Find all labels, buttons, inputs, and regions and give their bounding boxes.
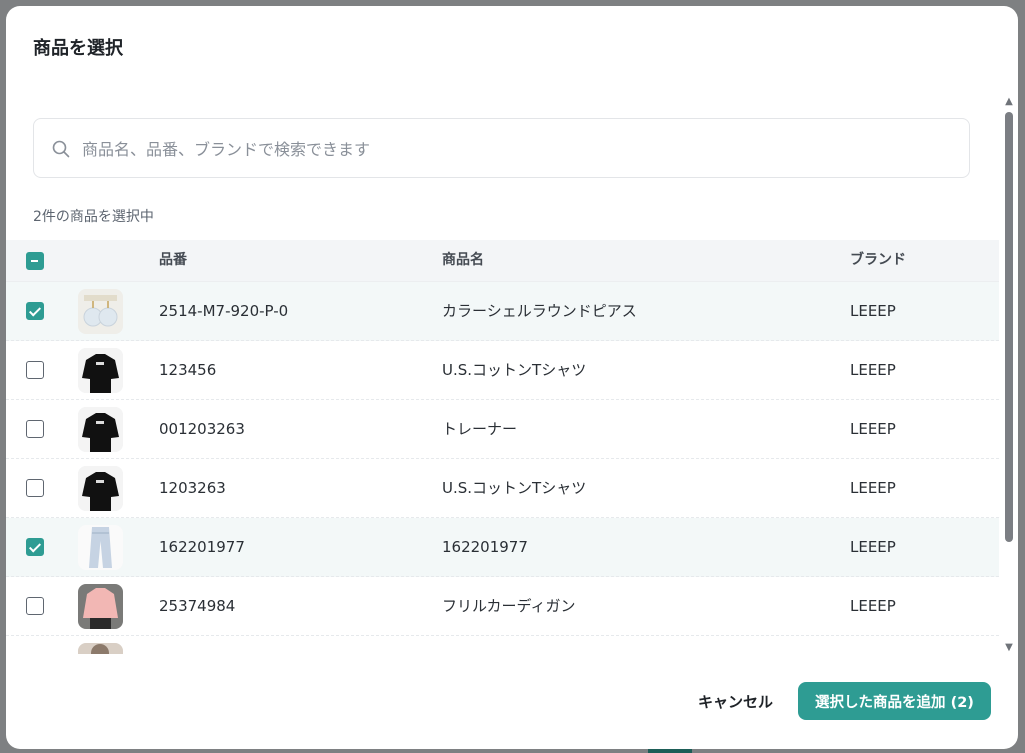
row-brand: LEEEP xyxy=(850,597,896,615)
row-sku: 001203263 xyxy=(159,420,245,438)
product-select-modal: 商品を選択 2件の商品を選択中 品番 商品名 ブランド xyxy=(6,6,1018,749)
row-name: 162201977 xyxy=(442,538,528,556)
partial-thumb-icon xyxy=(78,643,123,654)
row-sku: 123456 xyxy=(159,361,217,379)
row-checkbox[interactable] xyxy=(26,302,44,320)
table-row[interactable]: 001203263 トレーナー LEEEP xyxy=(6,400,999,459)
search-input[interactable] xyxy=(80,119,954,179)
table-header: 品番 商品名 ブランド xyxy=(6,240,999,282)
modal-title: 商品を選択 xyxy=(33,38,123,59)
search-box[interactable] xyxy=(33,118,970,179)
scroll-up-icon[interactable]: ▲ xyxy=(1003,96,1015,108)
pink-cardigan-icon xyxy=(78,584,123,629)
cancel-button[interactable]: キャンセル xyxy=(684,684,787,718)
select-all-checkbox[interactable] xyxy=(26,252,44,270)
row-checkbox[interactable] xyxy=(26,538,44,556)
modal-scroll-area[interactable]: 2件の商品を選択中 品番 商品名 ブランド xyxy=(6,96,1001,654)
table-row[interactable]: 25374984 フリルカーディガン LEEEP xyxy=(6,577,999,636)
row-brand: LEEEP xyxy=(850,361,896,379)
scroll-down-icon[interactable]: ▼ xyxy=(1003,642,1015,654)
table-row[interactable] xyxy=(6,636,999,654)
black-shirt-icon xyxy=(78,466,123,511)
black-shirt-icon xyxy=(78,407,123,452)
table-row[interactable]: 162201977 162201977 LEEEP xyxy=(6,518,999,577)
selected-count-text: 2件の商品を選択中 xyxy=(33,209,154,225)
row-name: フリルカーディガン xyxy=(442,597,576,615)
row-sku: 2514-M7-920-P-0 xyxy=(159,302,289,320)
table-row[interactable]: 123456 U.S.コットンTシャツ LEEEP xyxy=(6,341,999,400)
row-checkbox[interactable] xyxy=(26,479,44,497)
row-checkbox[interactable] xyxy=(26,420,44,438)
row-sku: 162201977 xyxy=(159,538,245,556)
column-header-brand: ブランド xyxy=(850,252,906,268)
row-checkbox[interactable] xyxy=(26,361,44,379)
row-sku: 25374984 xyxy=(159,597,236,615)
row-sku: 1203263 xyxy=(159,479,226,497)
row-name: U.S.コットンTシャツ xyxy=(442,361,587,379)
row-brand: LEEEP xyxy=(850,420,896,438)
row-brand: LEEEP xyxy=(850,538,896,556)
earrings-icon xyxy=(78,289,123,334)
product-table: 品番 商品名 ブランド 2514-M7-920-P-0 カラーシェルラウンドピア… xyxy=(6,240,999,654)
row-name: U.S.コットンTシャツ xyxy=(442,479,587,497)
row-name: カラーシェルラウンドピアス xyxy=(442,302,637,320)
table-row[interactable]: 1203263 U.S.コットンTシャツ LEEEP xyxy=(6,459,999,518)
table-row[interactable]: 2514-M7-920-P-0 カラーシェルラウンドピアス LEEEP xyxy=(6,282,999,341)
black-shirt-icon xyxy=(78,348,123,393)
scrollbar[interactable]: ▲ ▼ xyxy=(1003,96,1015,654)
column-header-name: 商品名 xyxy=(442,252,484,268)
jeans-icon xyxy=(78,525,123,570)
column-header-sku: 品番 xyxy=(159,252,187,268)
search-icon xyxy=(52,140,70,158)
add-selected-button[interactable]: 選択した商品を追加 (2) xyxy=(798,682,991,720)
row-checkbox[interactable] xyxy=(26,597,44,615)
scrollbar-thumb[interactable] xyxy=(1005,112,1013,542)
row-name: トレーナー xyxy=(442,420,518,438)
row-brand: LEEEP xyxy=(850,302,896,320)
row-brand: LEEEP xyxy=(850,479,896,497)
